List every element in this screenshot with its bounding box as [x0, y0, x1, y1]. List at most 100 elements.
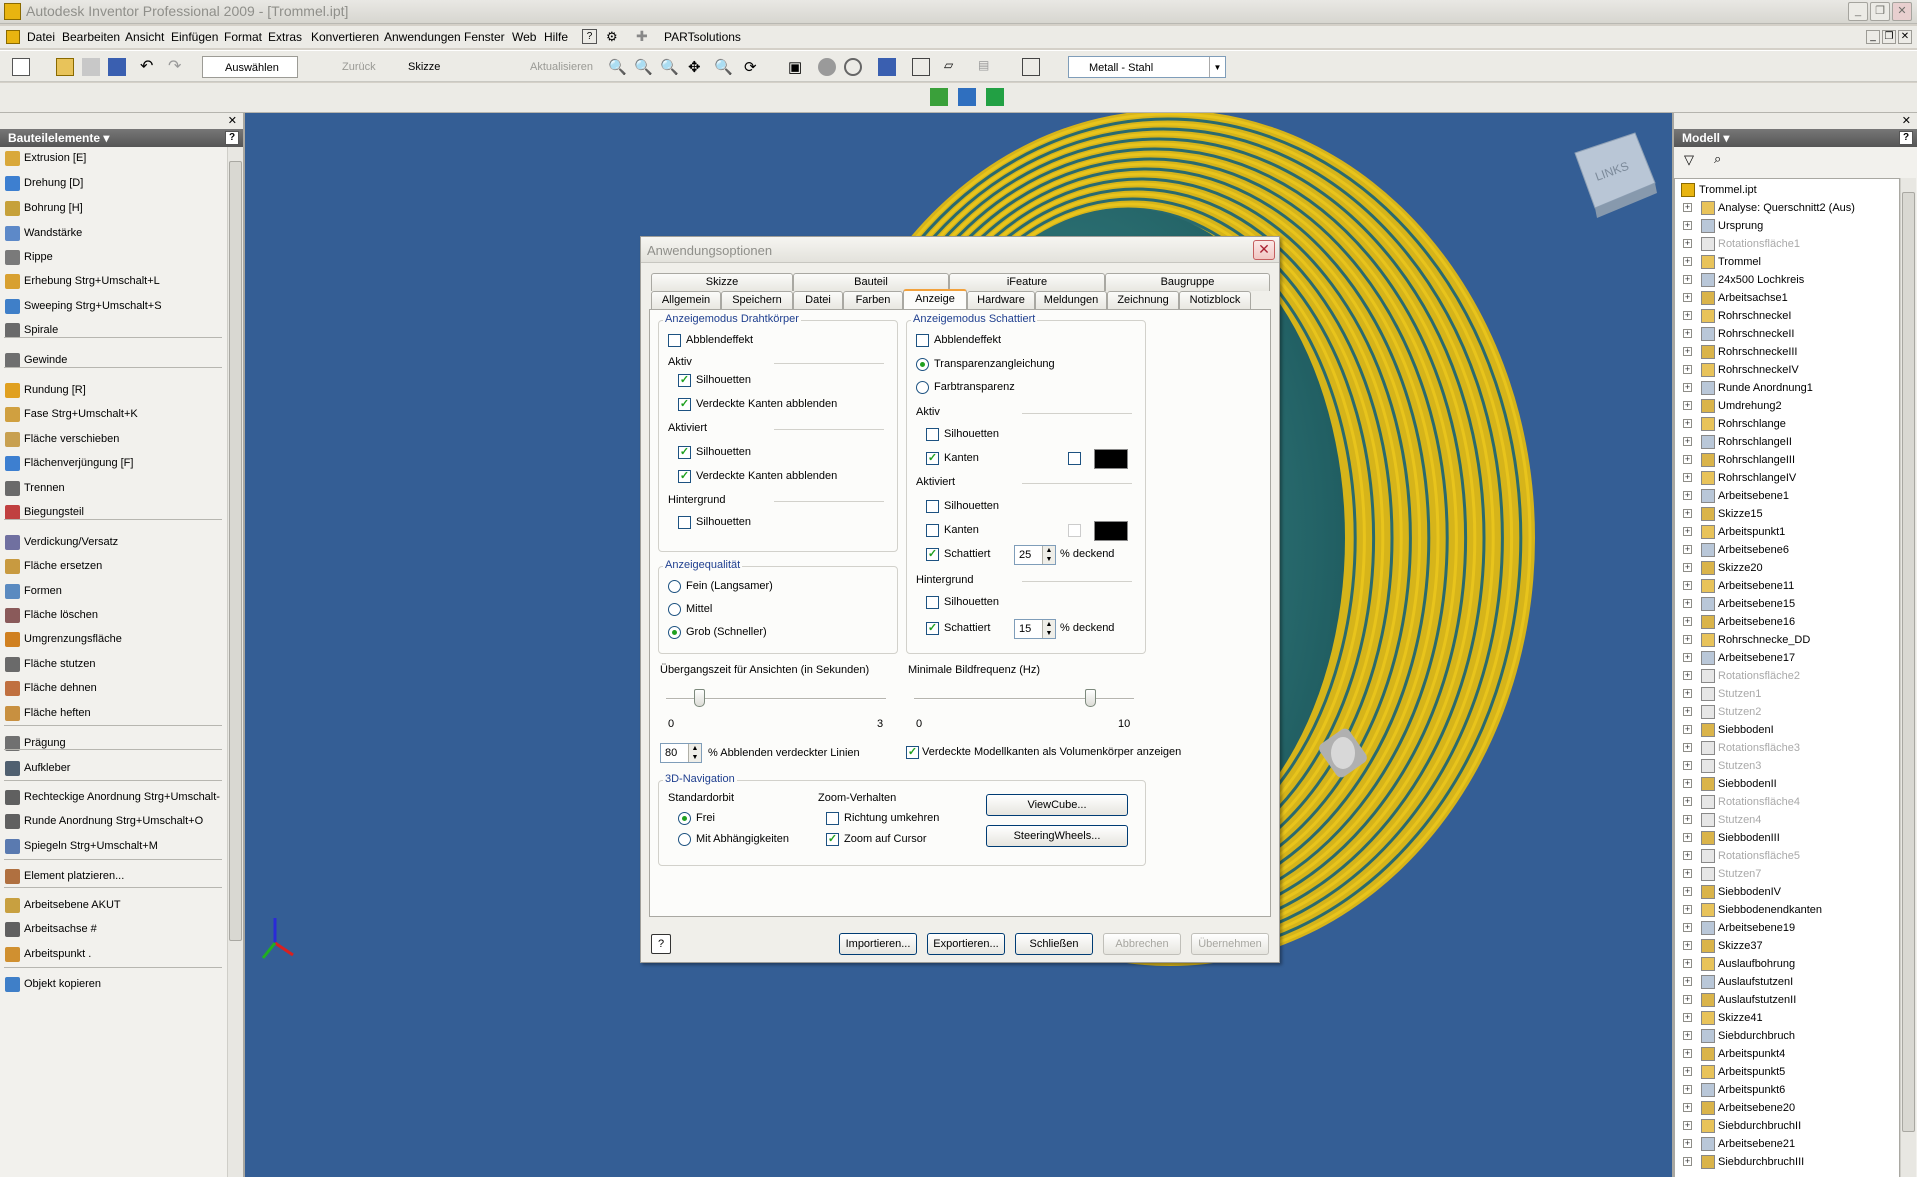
shaded-activated-edges-checkbox[interactable] [926, 524, 939, 537]
pan-icon[interactable]: ✥ [688, 58, 706, 76]
tree-item[interactable]: + Runde Anordnung1 [1675, 379, 1901, 397]
feature-item[interactable]: Fläche verschieben [0, 428, 226, 450]
tree-item[interactable]: + RohrschlangeIII [1675, 451, 1901, 469]
expand-icon[interactable]: + [1683, 545, 1692, 554]
look-at-icon[interactable]: ▣ [788, 58, 806, 76]
browser-close-icon[interactable]: ✕ [1902, 114, 1911, 127]
orbit-icon[interactable]: ⟳ [744, 58, 762, 76]
shaded-activated-shaded-checkbox[interactable]: ✓ [926, 548, 939, 561]
dialog-help-button[interactable]: ? [651, 934, 671, 954]
feature-item[interactable]: Umgrenzungsfläche [0, 628, 226, 650]
expand-icon[interactable]: + [1683, 869, 1692, 878]
expand-icon[interactable]: + [1683, 473, 1692, 482]
tree-item[interactable]: + SiebbodenIII [1675, 829, 1901, 847]
expand-icon[interactable]: + [1683, 959, 1692, 968]
tree-item[interactable]: + Analyse: Querschnitt2 (Aus) [1675, 199, 1901, 217]
feature-item[interactable]: Verdickung/Versatz [0, 531, 226, 553]
tab-notizblock[interactable]: Notizblock [1179, 291, 1251, 309]
shaded-display-icon[interactable] [818, 58, 836, 76]
tree-item[interactable]: + Stutzen1 [1675, 685, 1901, 703]
partsolutions-catalog-icon[interactable] [930, 88, 948, 106]
tree-item[interactable]: + Arbeitsebene6 [1675, 541, 1901, 559]
tree-item[interactable]: + Skizze15 [1675, 505, 1901, 523]
zoom-to-cursor-checkbox[interactable]: ✓ [826, 833, 839, 846]
expand-icon[interactable]: + [1683, 347, 1692, 356]
expand-icon[interactable]: + [1683, 401, 1692, 410]
tree-item[interactable]: + Rohrschnecke_DD [1675, 631, 1901, 649]
tree-item[interactable]: + Rotationsfläche3 [1675, 739, 1901, 757]
feature-item[interactable]: Arbeitsachse # [0, 918, 226, 940]
maximize-icon[interactable]: ❐ [1870, 2, 1890, 21]
tree-item[interactable]: + Arbeitsebene17 [1675, 649, 1901, 667]
expand-icon[interactable]: + [1683, 851, 1692, 860]
close-button[interactable]: Schließen [1015, 933, 1093, 955]
expand-icon[interactable]: + [1683, 455, 1692, 464]
quality-fine-radio[interactable] [668, 580, 681, 593]
expand-icon[interactable]: + [1683, 581, 1692, 590]
expand-icon[interactable]: + [1683, 383, 1692, 392]
menu-hilfe[interactable]: Hilfe [544, 30, 568, 44]
menu-format[interactable]: Format [224, 30, 262, 44]
tree-item[interactable]: + Skizze37 [1675, 937, 1901, 955]
feature-item[interactable]: Drehung [D] [0, 172, 226, 194]
redo-icon[interactable]: ↷ [168, 58, 186, 76]
feature-item[interactable]: Spiegeln Strg+Umschalt+M [0, 835, 226, 857]
back-button[interactable]: Zurück [324, 56, 376, 78]
wire-active-hidden-checkbox[interactable]: ✓ [678, 398, 691, 411]
tree-item[interactable]: + Stutzen4 [1675, 811, 1901, 829]
close-icon[interactable]: ✕ [1892, 2, 1912, 21]
tree-item[interactable]: + Stutzen7 [1675, 865, 1901, 883]
tree-item[interactable]: + Rotationsfläche1 [1675, 235, 1901, 253]
transparency-match-radio[interactable] [916, 358, 929, 371]
expand-icon[interactable]: + [1683, 1067, 1692, 1076]
tree-item[interactable]: + Arbeitspunkt1 [1675, 523, 1901, 541]
tree-item[interactable]: + Arbeitsebene11 [1675, 577, 1901, 595]
tree-item[interactable]: + Trommel [1675, 253, 1901, 271]
undo-icon[interactable]: ↶ [140, 58, 158, 76]
cancel-button[interactable]: Abbrechen [1103, 933, 1181, 955]
viewcube[interactable]: LINKS [1574, 132, 1657, 218]
expand-icon[interactable]: + [1683, 1121, 1692, 1130]
menu-ansicht[interactable]: Ansicht [125, 30, 164, 44]
expand-icon[interactable]: + [1683, 365, 1692, 374]
wire-activated-silhouette-checkbox[interactable]: ✓ [678, 446, 691, 459]
graphics-viewport[interactable]: LINKS Anwendungsoptionen ✕ Skizze Bautei… [245, 113, 1672, 1177]
feature-item[interactable]: Bohrung [H] [0, 197, 226, 219]
feature-item[interactable]: Fläche ersetzen [0, 555, 226, 577]
tree-item[interactable]: + AuslaufstutzenII [1675, 991, 1901, 1009]
tree-scrollbar[interactable] [1900, 178, 1916, 1177]
tree-item[interactable]: + Arbeitsebene19 [1675, 919, 1901, 937]
tree-item[interactable]: + Arbeitsebene15 [1675, 595, 1901, 613]
expand-icon[interactable]: + [1683, 1157, 1692, 1166]
select-button[interactable]: Auswählen [202, 56, 298, 78]
inventor-app-icon[interactable] [4, 3, 21, 20]
tree-item[interactable]: +24x500 Lochkreis [1675, 271, 1901, 289]
feature-item[interactable]: Prägung [0, 732, 226, 754]
tree-item[interactable]: + RohrschneckeIII [1675, 343, 1901, 361]
shaded-activated-silhouette-checkbox[interactable] [926, 500, 939, 513]
tree-item[interactable]: + Arbeitspunkt6 [1675, 1081, 1901, 1099]
tab-speichern[interactable]: Speichern [721, 291, 793, 309]
tab-meldungen[interactable]: Meldungen [1035, 291, 1107, 309]
feature-scroll-thumb[interactable] [229, 161, 242, 941]
tree-item[interactable]: + Siebdurchbruch [1675, 1027, 1901, 1045]
expand-icon[interactable]: + [1683, 941, 1692, 950]
expand-icon[interactable]: + [1683, 689, 1692, 698]
background-opacity-spinner[interactable]: 15 ▲ ▼ [1014, 619, 1056, 639]
spinner-arrows-icon[interactable]: ▲ ▼ [1042, 546, 1055, 564]
expand-icon[interactable]: + [1683, 437, 1692, 446]
expand-icon[interactable]: + [1683, 887, 1692, 896]
tree-item[interactable]: + Skizze20 [1675, 559, 1901, 577]
expand-icon[interactable]: + [1683, 311, 1692, 320]
tree-item[interactable]: + Auslaufbohrung [1675, 955, 1901, 973]
wire-background-silhouette-checkbox[interactable] [678, 516, 691, 529]
menu-web[interactable]: Web [512, 30, 536, 44]
tree-item[interactable]: + Arbeitsebene1 [1675, 487, 1901, 505]
activated-opacity-spinner[interactable]: 25 ▲ ▼ [1014, 545, 1056, 565]
half-section-icon[interactable]: ▤ [978, 58, 996, 76]
tree-item[interactable]: + RohrschlangeIV [1675, 469, 1901, 487]
feature-item[interactable]: Fläche löschen [0, 604, 226, 626]
tree-item[interactable]: + SiebbodenII [1675, 775, 1901, 793]
edge-color-swatch[interactable] [1094, 449, 1128, 469]
expand-icon[interactable]: + [1683, 797, 1692, 806]
